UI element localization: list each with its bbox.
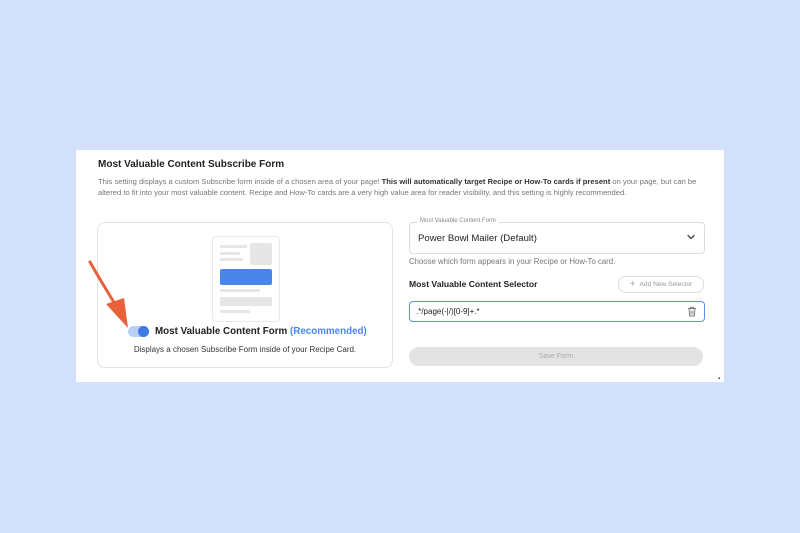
add-selector-label: Add New Selector xyxy=(639,281,693,288)
recommended-tag: (Recommended) xyxy=(290,326,367,337)
toggle-subtitle: Displays a chosen Subscribe Form inside … xyxy=(133,345,357,354)
toggle-knob xyxy=(138,326,149,337)
toggle-card: Most Valuable Content Form (Recommended)… xyxy=(97,222,393,368)
form-select-value: Power Bowl Mailer (Default) xyxy=(418,233,537,244)
form-select[interactable]: Most Valuable Content Form Power Bowl Ma… xyxy=(409,218,705,254)
save-form-button[interactable]: Save Form xyxy=(409,347,703,366)
selector-input[interactable]: .*/page(-|/)[0-9]+.* xyxy=(409,301,705,322)
recipe-card-preview xyxy=(212,236,280,322)
toggle-label: Most Valuable Content Form (Recommended) xyxy=(155,326,367,337)
selector-title: Most Valuable Content Selector xyxy=(409,279,538,289)
settings-panel: Most Valuable Content Subscribe Form Thi… xyxy=(76,150,724,382)
trash-icon[interactable] xyxy=(687,306,697,317)
form-select-legend: Most Valuable Content Form xyxy=(417,218,499,224)
plus-icon: + xyxy=(629,278,636,290)
add-selector-button[interactable]: + Add New Selector xyxy=(618,276,704,293)
section-description: This setting displays a custom Subscribe… xyxy=(98,177,697,197)
form-select-help: Choose which form appears in your Recipe… xyxy=(409,257,616,266)
section-title: Most Valuable Content Subscribe Form xyxy=(98,159,285,170)
selector-value: .*/page(-|/)[0-9]+.* xyxy=(416,307,480,316)
corner-glyph: ▪ xyxy=(718,376,721,382)
pointer-arrow-icon xyxy=(88,260,128,328)
chevron-down-icon xyxy=(687,234,695,240)
